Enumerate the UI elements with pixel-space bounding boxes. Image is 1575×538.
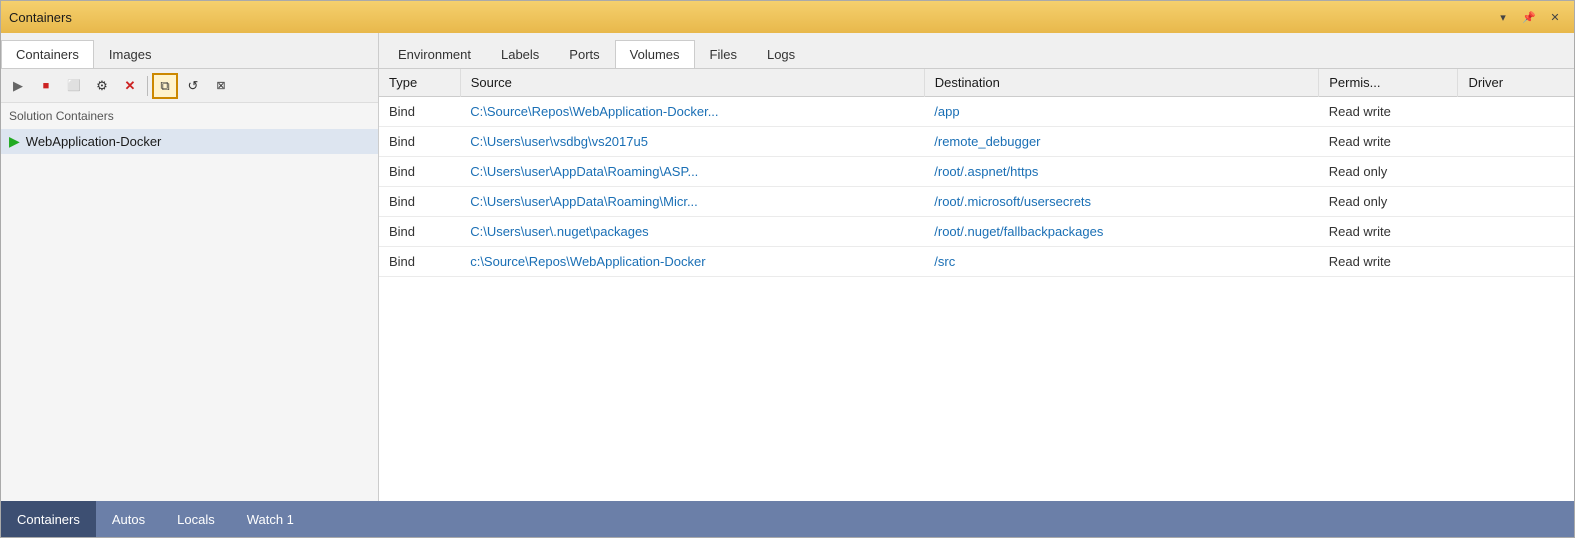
cell-source[interactable]: C:\Source\Repos\WebApplication-Docker... [460,97,924,127]
right-panel: Environment Labels Ports Volumes Files L… [379,33,1574,501]
bottom-tab-locals[interactable]: Locals [161,501,231,537]
delete-button[interactable]: ✕ [117,73,143,99]
tab-environment[interactable]: Environment [383,40,486,68]
tab-images[interactable]: Images [94,40,167,68]
start-button[interactable]: ▶ [5,73,31,99]
stop-button[interactable]: ■ [33,73,59,99]
table-body: BindC:\Source\Repos\WebApplication-Docke… [379,97,1574,277]
cell-driver [1458,157,1574,187]
tab-volumes[interactable]: Volumes [615,40,695,68]
copy-button[interactable]: ⧉ [152,73,178,99]
col-header-driver: Driver [1458,69,1574,97]
prune-button[interactable]: ⊠ [208,73,234,99]
cell-type: Bind [379,97,460,127]
title-bar-left: Containers [9,10,72,25]
cell-driver [1458,247,1574,277]
tab-containers[interactable]: Containers [1,40,94,68]
container-item[interactable]: ▶ WebApplication-Docker [1,129,378,154]
main-content: Containers Images ▶ ■ ⬜ ⚙ ✕ ⧉ ↺ ⊠ Soluti… [1,33,1574,501]
cell-permissions: Read only [1319,187,1458,217]
cell-source[interactable]: c:\Source\Repos\WebApplication-Docker [460,247,924,277]
main-window: Containers ▾ 📌 ✕ Containers Images ▶ ■ ⬜… [0,0,1575,538]
terminal-button[interactable]: ⬜ [61,73,87,99]
table-row: BindC:\Source\Repos\WebApplication-Docke… [379,97,1574,127]
cell-destination: /src [924,247,1318,277]
cell-destination: /root/.microsoft/usersecrets [924,187,1318,217]
table-row: BindC:\Users\user\AppData\Roaming\Micr..… [379,187,1574,217]
col-header-destination: Destination [924,69,1318,97]
left-panel: Containers Images ▶ ■ ⬜ ⚙ ✕ ⧉ ↺ ⊠ Soluti… [1,33,379,501]
cell-type: Bind [379,247,460,277]
cell-destination: /root/.nuget/fallbackpackages [924,217,1318,247]
close-button[interactable]: ✕ [1544,6,1566,28]
table-row: Bindc:\Source\Repos\WebApplication-Docke… [379,247,1574,277]
refresh-button[interactable]: ↺ [180,73,206,99]
settings-button[interactable]: ⚙ [89,73,115,99]
cell-permissions: Read write [1319,97,1458,127]
bottom-tab-containers[interactable]: Containers [1,501,96,537]
cell-type: Bind [379,187,460,217]
window-title: Containers [9,10,72,25]
left-tabs-row: Containers Images [1,33,378,69]
volumes-table-container: Type Source Destination Permis... Driver… [379,69,1574,501]
table-row: BindC:\Users\user\AppData\Roaming\ASP...… [379,157,1574,187]
volumes-table: Type Source Destination Permis... Driver… [379,69,1574,277]
col-header-permissions: Permis... [1319,69,1458,97]
cell-permissions: Read write [1319,217,1458,247]
minimize-button[interactable]: ▾ [1492,6,1514,28]
table-row: BindC:\Users\user\.nuget\packages/root/.… [379,217,1574,247]
container-running-icon: ▶ [9,133,20,150]
bottom-tab-autos[interactable]: Autos [96,501,161,537]
cell-permissions: Read write [1319,247,1458,277]
tab-files[interactable]: Files [695,40,752,68]
left-toolbar: ▶ ■ ⬜ ⚙ ✕ ⧉ ↺ ⊠ [1,69,378,103]
pin-button[interactable]: 📌 [1518,6,1540,28]
cell-type: Bind [379,127,460,157]
title-bar-controls: ▾ 📌 ✕ [1492,6,1566,28]
cell-driver [1458,187,1574,217]
cell-destination: /root/.aspnet/https [924,157,1318,187]
table-row: BindC:\Users\user\vsdbg\vs2017u5/remote_… [379,127,1574,157]
cell-driver [1458,217,1574,247]
cell-source[interactable]: C:\Users\user\vsdbg\vs2017u5 [460,127,924,157]
detail-tabs-row: Environment Labels Ports Volumes Files L… [379,33,1574,69]
bottom-bar: Containers Autos Locals Watch 1 [1,501,1574,537]
bottom-tab-watch1[interactable]: Watch 1 [231,501,310,537]
cell-type: Bind [379,157,460,187]
toolbar-separator [147,76,148,96]
cell-source[interactable]: C:\Users\user\.nuget\packages [460,217,924,247]
table-header-row: Type Source Destination Permis... Driver [379,69,1574,97]
solution-label: Solution Containers [1,103,378,129]
cell-source[interactable]: C:\Users\user\AppData\Roaming\ASP... [460,157,924,187]
tab-ports[interactable]: Ports [554,40,614,68]
cell-permissions: Read write [1319,127,1458,157]
container-name-label: WebApplication-Docker [26,134,162,149]
cell-permissions: Read only [1319,157,1458,187]
col-header-type: Type [379,69,460,97]
tab-labels[interactable]: Labels [486,40,554,68]
cell-driver [1458,127,1574,157]
cell-destination: /app [924,97,1318,127]
cell-destination: /remote_debugger [924,127,1318,157]
cell-source[interactable]: C:\Users\user\AppData\Roaming\Micr... [460,187,924,217]
cell-driver [1458,97,1574,127]
cell-type: Bind [379,217,460,247]
title-bar: Containers ▾ 📌 ✕ [1,1,1574,33]
tab-logs[interactable]: Logs [752,40,810,68]
col-header-source: Source [460,69,924,97]
